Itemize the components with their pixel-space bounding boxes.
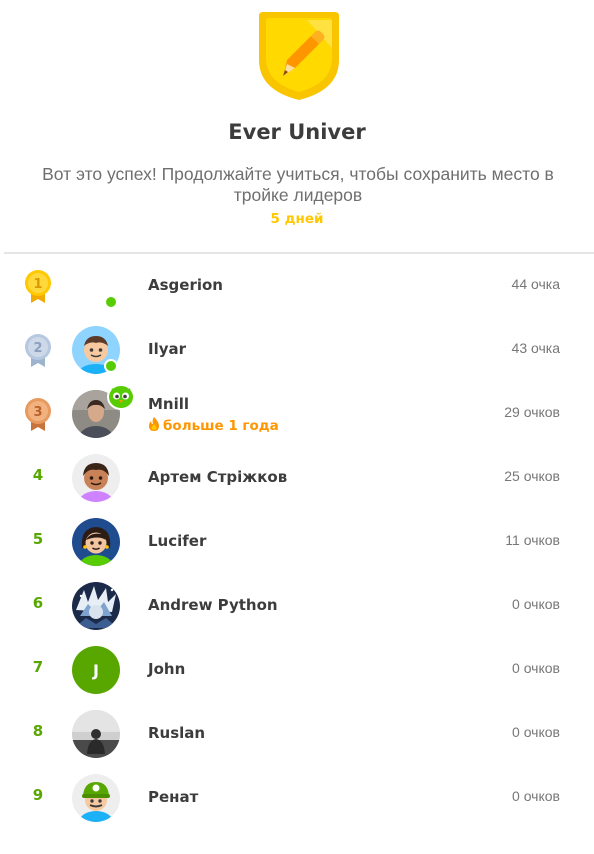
owl-icon: [107, 384, 135, 410]
user-name: Ruslan: [148, 724, 206, 742]
rank-number: 4: [32, 466, 44, 484]
user-points: 0 очков: [512, 788, 560, 804]
rank-number: 5: [32, 530, 44, 548]
user-name: John: [148, 660, 186, 678]
leaderboard-row[interactable]: 8 Ruslan 0 очков: [0, 702, 594, 766]
avatar[interactable]: [72, 710, 120, 758]
rank-number: 3: [33, 405, 42, 420]
user-points: 44 очка: [511, 276, 560, 292]
leaderboard-row[interactable]: 6 Andrew Python 0 очков: [0, 574, 594, 638]
user-name: Andrew Python: [148, 596, 278, 614]
avatar[interactable]: J: [72, 646, 120, 694]
avatar[interactable]: [72, 774, 120, 822]
leaderboard-row[interactable]: 1 Asgerion 44 очка: [0, 254, 594, 318]
avatar-initial: J: [92, 661, 99, 680]
user-name: Ренат: [148, 788, 199, 806]
rank-number: 1: [33, 277, 42, 292]
online-status-dot: [104, 359, 118, 373]
days-left: 5 дней: [270, 211, 324, 227]
user-points: 25 очков: [504, 468, 560, 484]
leaderboard-row[interactable]: 2 Ilyar 43 очка: [0, 318, 594, 382]
leaderboard-row[interactable]: 3 Mnill больше 1 года 29 очков: [0, 382, 594, 446]
user-name: Артем Стріжков: [148, 468, 288, 486]
rank-number: 2: [33, 341, 42, 356]
streak-text: больше 1 года: [163, 418, 279, 434]
rank-number: 8: [32, 722, 44, 740]
user-points: 29 очков: [504, 404, 560, 420]
online-status-dot: [104, 295, 118, 309]
user-points: 43 очка: [511, 340, 560, 356]
league-message: Вот это успех! Продолжайте учиться, чтоб…: [42, 164, 554, 205]
gold-medal-icon: 1: [25, 270, 51, 303]
silver-medal-icon: 2: [25, 334, 51, 367]
leaderboard-row[interactable]: 7 J John 0 очков: [0, 638, 594, 702]
flame-icon: [149, 417, 159, 431]
pencil-shield-badge-icon: [259, 12, 339, 100]
rank-number: 6: [32, 594, 44, 612]
bronze-medal-icon: 3: [25, 398, 51, 431]
league-header: Ever Univer Вот это успех! Продолжайте у…: [0, 0, 594, 253]
avatar[interactable]: [72, 454, 120, 502]
rank-number: 7: [32, 658, 44, 676]
streak-label: больше 1 года: [148, 417, 279, 434]
user-name: Mnill: [148, 395, 190, 413]
leaderboard-row[interactable]: 4 Артем Стріжков 25 очков: [0, 446, 594, 510]
user-points: 0 очков: [512, 724, 560, 740]
user-points: 0 очков: [512, 596, 560, 612]
league-title: Ever Univer: [228, 120, 366, 144]
user-points: 11 очков: [505, 532, 560, 548]
user-points: 0 очков: [512, 660, 560, 676]
leaderboard-row[interactable]: 5 Lucifer 11 очков: [0, 510, 594, 574]
user-name: Ilyar: [148, 340, 187, 358]
user-name: Lucifer: [148, 532, 207, 550]
leaderboard-row[interactable]: 9 Ренат 0 очков: [0, 766, 594, 830]
rank-number: 9: [32, 786, 44, 804]
avatar[interactable]: [72, 518, 120, 566]
avatar[interactable]: [72, 582, 120, 630]
user-name: Asgerion: [148, 276, 223, 294]
